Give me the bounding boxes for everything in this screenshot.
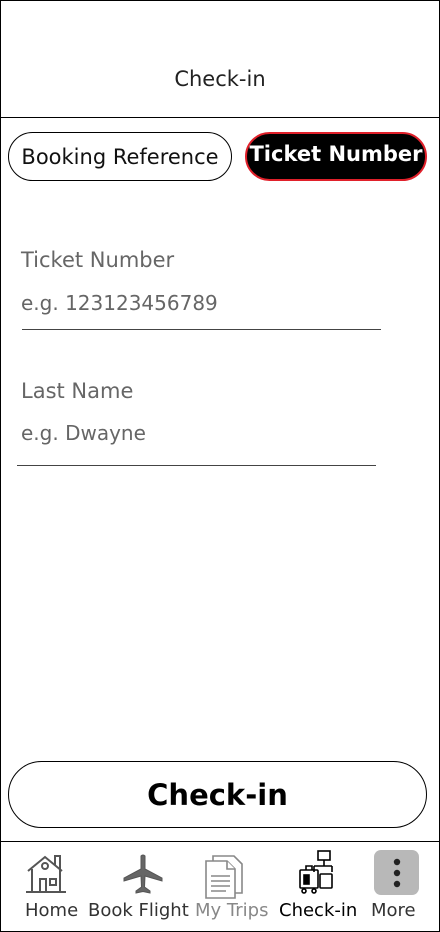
tab-more[interactable]: More	[364, 842, 428, 932]
more-vertical-icon	[392, 858, 402, 894]
home-icon	[25, 852, 69, 898]
tab-home[interactable]: Home	[20, 842, 82, 932]
ticket-number-input[interactable]	[21, 291, 371, 315]
document-icon	[204, 854, 246, 904]
booking-reference-toggle[interactable]: Booking Reference	[8, 132, 232, 181]
ticket-number-toggle[interactable]: Ticket Number	[245, 132, 427, 181]
tab-book-flight-label: Book Flight	[88, 900, 189, 921]
tab-book-flight[interactable]: Book Flight	[86, 842, 189, 932]
app-screen: Check-in Booking Reference Ticket Number…	[0, 0, 440, 932]
ticket-number-underline	[22, 329, 381, 330]
tab-check-in[interactable]: Check-in	[277, 842, 357, 932]
tab-more-label: More	[371, 900, 416, 921]
tab-bar: Home Book Flight My Trips Check-in More	[1, 841, 439, 932]
header: Check-in	[1, 1, 439, 118]
tab-my-trips-label: My Trips	[195, 900, 269, 921]
tab-home-label: Home	[25, 900, 79, 921]
check-in-button[interactable]: Check-in	[8, 761, 427, 828]
ticket-number-label: Ticket Number	[21, 248, 175, 272]
tab-check-in-label: Check-in	[279, 900, 358, 921]
last-name-input[interactable]	[21, 421, 371, 445]
tab-my-trips[interactable]: My Trips	[193, 842, 271, 932]
airplane-icon	[122, 854, 164, 900]
luggage-icon	[297, 850, 335, 898]
page-title: Check-in	[174, 67, 266, 91]
last-name-underline	[17, 465, 376, 466]
last-name-label: Last Name	[21, 379, 134, 403]
